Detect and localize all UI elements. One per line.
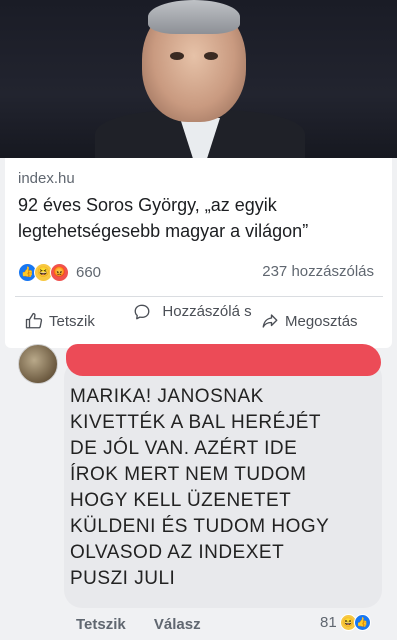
comment-button-label: Hozzászólá s [162,303,252,320]
post-action-bar: Tetszik Hozzászólá s Megosztás [5,300,392,346]
comments-count[interactable]: 237 hozzászólás [262,263,374,280]
reaction-summary[interactable]: 👍 😆 😡 660 [18,263,101,282]
share-arrow-icon [262,314,278,328]
post-stats: 👍 😆 😡 660 237 hozzászólás [18,262,380,284]
thumbs-up-icon [25,312,43,329]
comment-text: MARIKA! JANOSNAK KIVETTÉK A BAL HERÉJÉT … [70,386,330,589]
link-source: index.hu [18,170,75,187]
share-button-label: Megosztás [285,312,358,330]
comment-actions: Tetszik Válasz [76,616,225,633]
like-reaction-icon: 👍 [353,614,371,631]
photo-hair [148,0,240,34]
reaction-count: 660 [76,264,102,281]
comment-button[interactable]: Hozzászólá s [133,302,257,322]
divider [15,296,383,297]
comment-icon [134,304,150,320]
redacted-commenter-name [66,344,381,376]
link-headline[interactable]: 92 éves Soros György, „az egyik legtehet… [18,192,382,244]
photo-eye-right [204,52,218,60]
share-button[interactable]: Megosztás [261,312,358,330]
post-photo[interactable] [0,0,397,158]
like-button-label: Tetszik [49,312,95,330]
comment-reaction-summary[interactable]: 81 😆 👍 [320,614,371,631]
like-button[interactable]: Tetszik [25,312,95,330]
angry-reaction-icon: 😡 [50,263,69,282]
comment-reply-button[interactable]: Válasz [154,616,201,633]
comment-reaction-count: 81 [320,614,337,631]
commenter-avatar[interactable] [18,344,58,384]
link-preview-card[interactable]: index.hu 92 éves Soros György, „az egyik… [5,158,392,348]
comment-like-button[interactable]: Tetszik [76,616,126,633]
photo-eye-left [170,52,184,60]
